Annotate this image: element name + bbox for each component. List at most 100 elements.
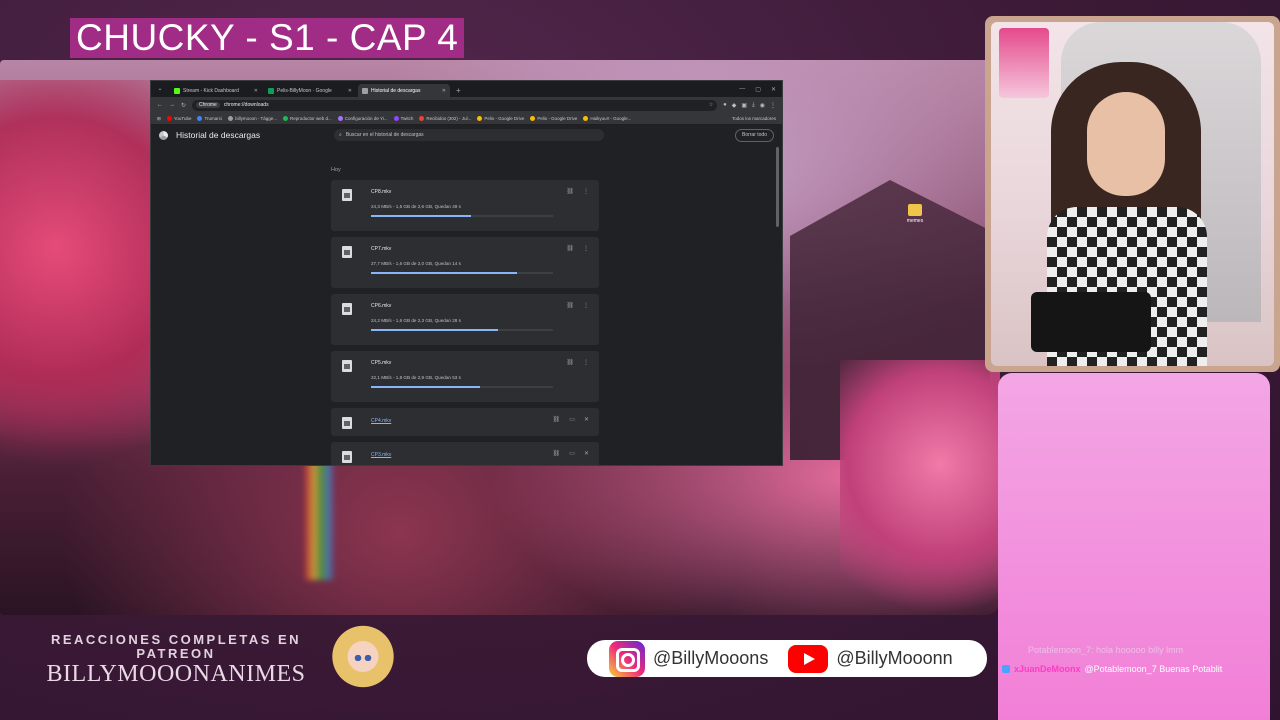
- tab-pelis-drive[interactable]: Pelis-BillyMoon · Google ✕: [264, 84, 356, 97]
- chat-message-faded: Potablemoon_7: hola hooooo billy lmm: [1028, 645, 1184, 655]
- back-icon[interactable]: ←: [157, 102, 163, 108]
- bookmark-label: Pelis - Google Drive: [484, 116, 525, 121]
- tab-close-icon[interactable]: ✕: [442, 88, 446, 94]
- download-actions: ⛓ ▭ ✕: [553, 450, 589, 457]
- bookmark-favicon-icon: [477, 116, 483, 121]
- bookmark-item[interactable]: Pelis - Google Drive: [530, 116, 577, 121]
- extension-icon[interactable]: ◆: [732, 102, 737, 109]
- download-item: CP5.mkv 22,1 MB/s - 1,8 GB de 2,9 GB, Que…: [331, 351, 599, 402]
- bookmark-item[interactable]: Pelis - Google Drive: [477, 116, 524, 121]
- copy-link-icon[interactable]: ⛓: [566, 188, 574, 195]
- download-filename[interactable]: CP4.mkv: [371, 418, 391, 424]
- page-title: Historial de descargas: [176, 130, 261, 140]
- tab-kick[interactable]: Stream - Kick Dashboard ✕: [170, 84, 262, 97]
- profile-icon[interactable]: ◉: [760, 102, 765, 109]
- site-chip[interactable]: Chrome: [196, 102, 220, 108]
- reload-icon[interactable]: ↻: [181, 102, 186, 109]
- bookmark-item[interactable]: Reproductor web d...: [283, 116, 332, 121]
- download-filename[interactable]: CP5.mkv: [371, 360, 391, 366]
- page-scrollbar[interactable]: [776, 147, 779, 227]
- minimize-icon[interactable]: —: [739, 86, 745, 93]
- bookmark-favicon-icon: [393, 116, 399, 121]
- bookmark-item[interactable]: Twitch: [393, 116, 413, 121]
- new-tab-icon[interactable]: +: [452, 86, 465, 97]
- copy-link-icon[interactable]: ⛓: [566, 302, 574, 309]
- maximize-icon[interactable]: ▢: [755, 86, 761, 93]
- download-status: 22,1 MB/s - 1,8 GB de 2,9 GB, Quedan 53 …: [371, 375, 461, 380]
- download-actions: ⛓ ▭ ✕: [553, 416, 589, 423]
- extensions-puzzle-icon[interactable]: ▣: [741, 102, 747, 109]
- clear-all-button[interactable]: Borrar todo: [734, 128, 774, 142]
- download-icon[interactable]: ⤓: [752, 102, 755, 109]
- date-group-label: Hoy: [331, 167, 341, 173]
- download-item: CP6.mkv 24,2 MB/s - 1,6 GB de 2,3 GB, Que…: [331, 294, 599, 345]
- file-icon: [342, 417, 352, 429]
- tab-close-icon[interactable]: ✕: [254, 88, 258, 94]
- bookmark-favicon-icon: [166, 116, 172, 121]
- bookmark-item[interactable]: Recibidos (302) - Jul...: [419, 116, 471, 121]
- downloads-list: CP8.mkv 24,3 MB/s - 1,5 GB de 2,6 GB, Que…: [331, 180, 599, 465]
- url-text: chrome://downloads: [223, 102, 269, 108]
- downloads-search-input[interactable]: ⌕ Buscar en el historial de descargas: [334, 129, 604, 141]
- remove-icon[interactable]: ✕: [584, 450, 589, 457]
- show-in-folder-icon[interactable]: ▭: [569, 416, 575, 423]
- address-bar[interactable]: Chrome chrome://downloads ☆: [192, 99, 718, 111]
- more-options-icon[interactable]: ⋮: [583, 359, 589, 366]
- download-progress-bar: [371, 386, 553, 388]
- downloads-header: Historial de descargas ⌕ Buscar en el hi…: [151, 125, 782, 145]
- download-progress-bar: [371, 272, 553, 274]
- bookmark-item[interactable]: Configuración de Yi...: [337, 116, 388, 121]
- bookmark-favicon-icon: [228, 116, 234, 121]
- copy-link-icon[interactable]: ⛓: [553, 450, 561, 457]
- more-options-icon[interactable]: ⋮: [583, 245, 589, 252]
- forward-icon[interactable]: →: [169, 102, 175, 108]
- bookmark-label: Configuración de Yi...: [344, 116, 388, 121]
- tab-downloads[interactable]: Historial de descargas ✕: [358, 84, 450, 97]
- copy-link-icon[interactable]: ⛓: [566, 245, 574, 252]
- all-bookmarks-button[interactable]: Todos los marcadores: [732, 116, 776, 121]
- chat-badge-icon: [1002, 665, 1010, 673]
- copy-link-icon[interactable]: ⛓: [553, 416, 561, 423]
- microphone: [1031, 292, 1151, 352]
- stream-title: CHUCKY - S1 - CAP 4: [70, 18, 465, 58]
- desktop-folder-icon[interactable]: [908, 204, 922, 216]
- tab-search-icon[interactable]: ⌄: [155, 84, 165, 94]
- copy-link-icon[interactable]: ⛓: [566, 359, 574, 366]
- download-filename[interactable]: CP7.mkv: [371, 246, 391, 252]
- bookmark-favicon-icon: [583, 116, 589, 121]
- extension-icons: ● ◆ ▣ ⤓ ◉ ⋮: [723, 102, 776, 109]
- download-filename[interactable]: CP3.mkv: [371, 452, 391, 458]
- more-options-icon[interactable]: ⋮: [583, 302, 589, 309]
- extension-icon[interactable]: ●: [723, 102, 727, 109]
- menu-kebab-icon[interactable]: ⋮: [770, 102, 776, 109]
- apps-icon[interactable]: ⊞: [157, 116, 161, 122]
- cherry-tree-right: [840, 360, 1000, 615]
- more-options-icon[interactable]: ⋮: [583, 188, 589, 195]
- bookmark-label: Recibidos (302) - Jul...: [426, 116, 472, 121]
- bookmark-item[interactable]: YouTube: [166, 116, 191, 121]
- show-in-folder-icon[interactable]: ▭: [569, 450, 575, 457]
- download-progress-fill: [371, 386, 481, 388]
- download-progress-fill: [371, 215, 472, 217]
- tab-close-icon[interactable]: ✕: [348, 88, 352, 94]
- file-icon: [342, 360, 352, 372]
- bookmark-item[interactable]: billymooon - Tágge...: [228, 116, 277, 121]
- remove-icon[interactable]: ✕: [584, 416, 589, 423]
- bookmark-star-icon[interactable]: ☆: [709, 102, 713, 108]
- bookmark-favicon-icon: [283, 116, 289, 121]
- download-item: CP3.mkv ⛓ ▭ ✕: [331, 442, 599, 465]
- close-window-icon[interactable]: ✕: [771, 86, 776, 93]
- download-actions: ⛓ ⋮: [566, 302, 589, 309]
- chat-message: xJuanDeMoonx @Potablemoon_7 Buenas Potab…: [1002, 664, 1222, 674]
- chat-panel: Potablemoon_7: hola hooooo billy lmm xJu…: [998, 373, 1270, 720]
- kick-favicon-icon: [174, 87, 180, 94]
- tab-strip: ⌄ Stream - Kick Dashboard ✕ Pelis-BillyM…: [151, 81, 782, 97]
- download-filename[interactable]: CP8.mkv: [371, 189, 391, 195]
- download-progress-bar: [371, 215, 553, 217]
- download-item: CP7.mkv 27,7 MB/s - 1,6 GB de 2,0 GB, Que…: [331, 237, 599, 288]
- bookmark-item[interactable]: Trumarci: [197, 116, 222, 121]
- bookmark-item[interactable]: Haikyuu!! - Google...: [583, 116, 631, 121]
- download-filename[interactable]: CP6.mkv: [371, 303, 391, 309]
- browser-window: ⌄ Stream - Kick Dashboard ✕ Pelis-BillyM…: [150, 80, 783, 466]
- download-progress-fill: [371, 329, 499, 331]
